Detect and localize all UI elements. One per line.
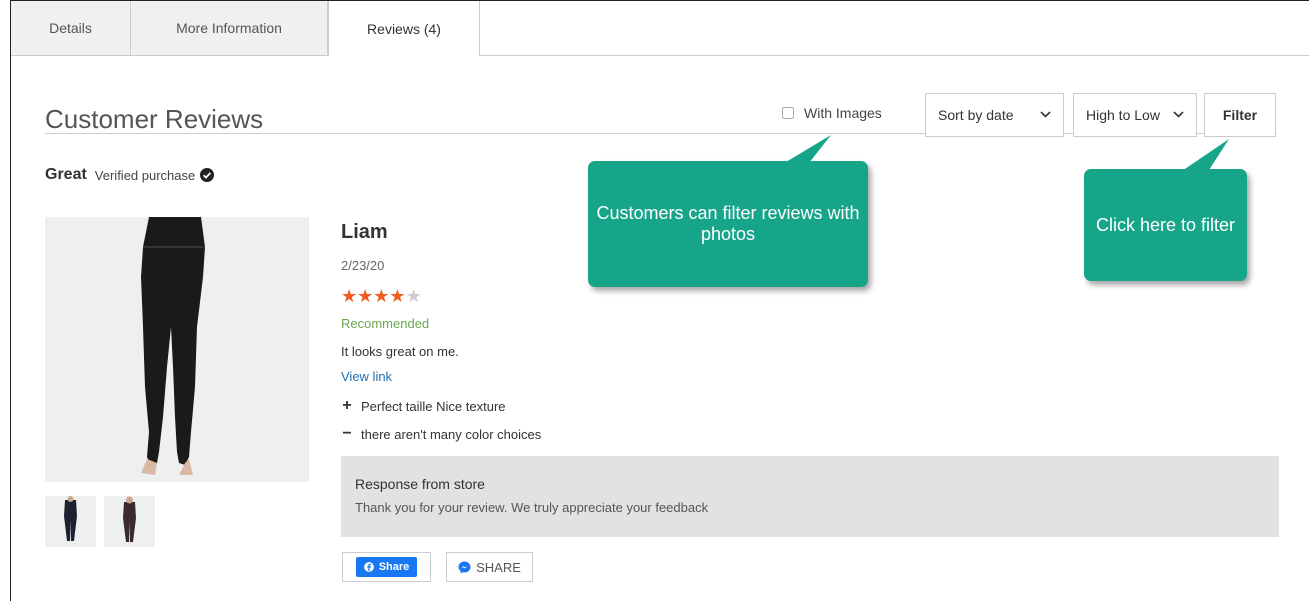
recommended-label: Recommended (341, 316, 430, 331)
reviewer-name: Liam (341, 221, 388, 243)
sort-select-value: Sort by date (938, 107, 1014, 123)
leggings-photo-icon (45, 217, 309, 482)
facebook-share-button[interactable]: Share (342, 552, 431, 582)
page-title: Customer Reviews (45, 104, 264, 134)
facebook-share-label-wrap: Share (355, 557, 418, 577)
chevron-down-icon (1173, 109, 1184, 121)
minus-icon: − (342, 425, 352, 442)
star-filled-icon: ★ (373, 286, 390, 306)
view-link[interactable]: View link (341, 369, 392, 384)
review-pro: + Perfect taille Nice texture (341, 397, 506, 414)
messenger-share-button[interactable]: SHARE (446, 552, 533, 582)
review-photo-main[interactable] (45, 217, 309, 482)
store-response-body: Thank you for your review. We truly appr… (355, 500, 709, 515)
callout-filter: Click here to filter (1084, 169, 1247, 281)
order-select-value: High to Low (1086, 107, 1160, 123)
facebook-icon (363, 562, 374, 572)
page-frame: Details More Information Reviews (4) Cus… (10, 0, 1309, 601)
callout-with-images: Customers can filter reviews with photos (588, 161, 868, 287)
messenger-share-label: SHARE (476, 559, 521, 575)
review-headline-row: Great Verified purchase (45, 166, 215, 184)
verified-purchase-label: Verified purchase (94, 167, 196, 183)
tab-divider (479, 55, 1309, 56)
review-date: 2/23/20 (341, 258, 385, 273)
with-images-filter[interactable]: With Images (782, 105, 882, 121)
star-filled-icon: ★ (357, 286, 374, 306)
store-response-title: Response from store (355, 476, 485, 492)
review-pro-text: Perfect taille Nice texture (361, 398, 506, 414)
tab-details[interactable]: Details (11, 1, 131, 56)
store-response: Response from store Thank you for your r… (341, 456, 1279, 537)
review-text: It looks great on me. (341, 344, 459, 359)
filter-button[interactable]: Filter (1204, 93, 1276, 137)
with-images-checkbox[interactable] (782, 107, 794, 119)
review-con-text: there aren't many color choices (361, 426, 542, 442)
sort-select[interactable]: Sort by date (925, 93, 1064, 137)
review-con: − there aren't many color choices (341, 426, 541, 442)
order-select[interactable]: High to Low (1073, 93, 1197, 137)
messenger-icon (458, 561, 471, 573)
review-photo-thumbnail[interactable] (104, 496, 155, 547)
star-filled-icon: ★ (341, 286, 358, 306)
facebook-share-label: Share (378, 561, 410, 573)
star-empty-icon: ★ (405, 286, 422, 306)
tab-reviews[interactable]: Reviews (4) (328, 1, 480, 56)
star-filled-icon: ★ (389, 286, 406, 306)
tab-bar: Details More Information Reviews (4) (11, 1, 1309, 56)
plus-icon: + (342, 397, 352, 414)
tab-more-information[interactable]: More Information (131, 1, 328, 56)
check-circle-icon (200, 168, 215, 182)
review-headline: Great (45, 166, 87, 183)
with-images-label: With Images (804, 105, 882, 121)
review-photo-thumbnail[interactable] (45, 496, 96, 547)
star-rating: ★★★★★ (341, 286, 422, 307)
chevron-down-icon (1040, 109, 1051, 121)
